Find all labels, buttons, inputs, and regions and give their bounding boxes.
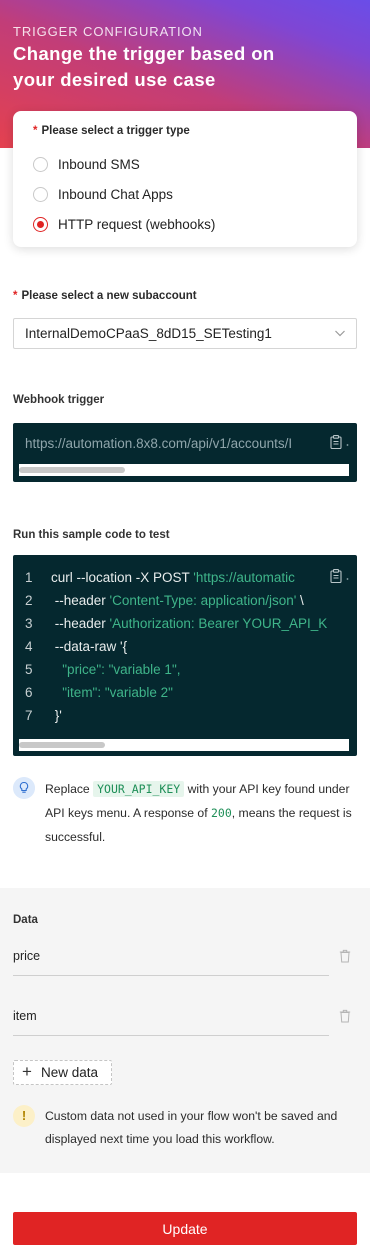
code-plain (51, 685, 62, 700)
code-text: --header 'Authorization: Bearer YOUR_API… (51, 616, 327, 631)
radio-label: HTTP request (webhooks) (58, 216, 216, 232)
trigger-type-card: * Please select a trigger type Inbound SM… (13, 111, 357, 247)
webhook-horizontal-scrollbar[interactable] (19, 464, 349, 476)
radio-label: Inbound SMS (58, 156, 140, 172)
scrollbar-thumb[interactable] (19, 467, 125, 473)
copy-icon[interactable] (330, 435, 342, 449)
code-string: "price": "variable 1", (62, 662, 181, 677)
required-mark: * (13, 290, 18, 302)
subaccount-label: * Please select a new subaccount (13, 290, 197, 302)
code-plain: --data-raw '{ (51, 639, 128, 654)
page-title: Change the trigger based on your desired… (13, 43, 275, 90)
warning-icon: ! (13, 1105, 35, 1127)
trash-icon[interactable] (339, 949, 351, 963)
update-button[interactable]: Update (13, 1212, 357, 1245)
line-number: 4 (25, 639, 33, 654)
warning-mark: ! (21, 1108, 27, 1123)
code-plain: }' (51, 708, 62, 723)
code-line: 1 curl --location -X POST 'https://automa… (13, 570, 333, 590)
chevron-down-icon (335, 330, 345, 337)
code-line: 2 --header 'Content-Type: application/js… (13, 593, 333, 613)
line-number: 1 (25, 570, 33, 585)
radio-inbound-sms[interactable]: Inbound SMS (33, 154, 140, 174)
radio-http-request[interactable]: HTTP request (webhooks) (33, 214, 215, 234)
overflow-dots-icon (346, 444, 349, 446)
code-line: 5 "price": "variable 1", (13, 662, 333, 682)
plus-icon: + (22, 1062, 32, 1081)
radio-circle-selected[interactable] (33, 216, 48, 232)
code-string: 'Content-Type: application/json' (109, 593, 297, 608)
code-plain: --header (51, 616, 110, 631)
unused-data-warning: Custom data not used in your flow won't … (45, 1109, 338, 1146)
new-data-button[interactable]: + New data (13, 1060, 112, 1085)
data-field-price[interactable]: price (13, 946, 329, 976)
code-text: curl --location -X POST 'https://automat… (51, 570, 295, 585)
trash-icon[interactable] (339, 1009, 351, 1023)
tip-text-before: Replace (45, 782, 94, 796)
code-plain: curl --location -X POST (51, 570, 194, 585)
code-text: "item": "variable 2" (51, 685, 173, 700)
trigger-type-label-text: Please select a trigger type (41, 125, 190, 137)
code-plain (51, 662, 62, 677)
subaccount-label-text: Please select a new subaccount (21, 290, 197, 302)
data-label: Data (13, 914, 38, 926)
copy-icon[interactable] (330, 569, 342, 583)
sample-horizontal-scrollbar[interactable] (19, 739, 349, 751)
webhook-url: https://automation.8x8.com/api/v1/accoun… (25, 436, 293, 451)
data-panel: Data price item + New data ! Custom data… (0, 888, 370, 1173)
code-line: 4 --data-raw '{ (13, 639, 333, 659)
line-number: 3 (25, 616, 33, 631)
data-field-item[interactable]: item (13, 1006, 329, 1036)
radio-label: Inbound Chat Apps (58, 186, 173, 202)
code-text: --data-raw '{ (51, 639, 127, 654)
code-string: 'https://automatic (193, 570, 295, 585)
trigger-type-label: * Please select a trigger type (33, 125, 190, 137)
sample-code-label: Run this sample code to test (13, 529, 170, 541)
tip-text: Replace YOUR_API_KEY with your API key f… (45, 777, 360, 849)
code-text: }' (51, 708, 62, 723)
code-string: "item": "variable 2" (62, 685, 173, 700)
radio-circle[interactable] (33, 156, 48, 172)
radio-inbound-chat-apps[interactable]: Inbound Chat Apps (33, 184, 173, 204)
response-code: 200 (210, 806, 232, 820)
code-text: --header 'Content-Type: application/json… (51, 593, 304, 608)
lightbulb-icon (13, 777, 35, 799)
line-number: 7 (25, 708, 33, 723)
code-plain: --header (51, 593, 110, 608)
line-number: 5 (25, 662, 33, 677)
new-data-label: New data (41, 1065, 99, 1080)
code-tail: \ (296, 593, 304, 608)
overflow-dots-icon (346, 578, 349, 580)
webhook-trigger-label: Webhook trigger (13, 394, 105, 406)
scrollbar-thumb[interactable] (19, 742, 105, 748)
code-line: 7 }' (13, 708, 333, 728)
code-string: 'Authorization: Bearer YOUR_API_K (109, 616, 328, 631)
line-number: 2 (25, 593, 33, 608)
required-mark: * (33, 125, 38, 137)
subaccount-select[interactable]: InternalDemoCPaaS_8dD15_SETesting1 (13, 318, 357, 349)
api-key-code: YOUR_API_KEY (93, 781, 185, 797)
sample-code-box[interactable]: 1 curl --location -X POST 'https://automa… (13, 555, 357, 756)
code-line: 6 "item": "variable 2" (13, 685, 333, 705)
line-number: 6 (25, 685, 33, 700)
data-field-label: item (13, 1009, 37, 1023)
radio-circle[interactable] (33, 186, 48, 202)
subaccount-select-value: InternalDemoCPaaS_8dD15_SETesting1 (25, 326, 272, 341)
data-field-label: price (13, 949, 41, 963)
webhook-url-box[interactable]: https://automation.8x8.com/api/v1/accoun… (13, 423, 357, 482)
header-kicker: TRIGGER CONFIGURATION (13, 24, 203, 39)
code-text: "price": "variable 1", (51, 662, 180, 677)
code-line: 3 --header 'Authorization: Bearer YOUR_A… (13, 616, 333, 636)
